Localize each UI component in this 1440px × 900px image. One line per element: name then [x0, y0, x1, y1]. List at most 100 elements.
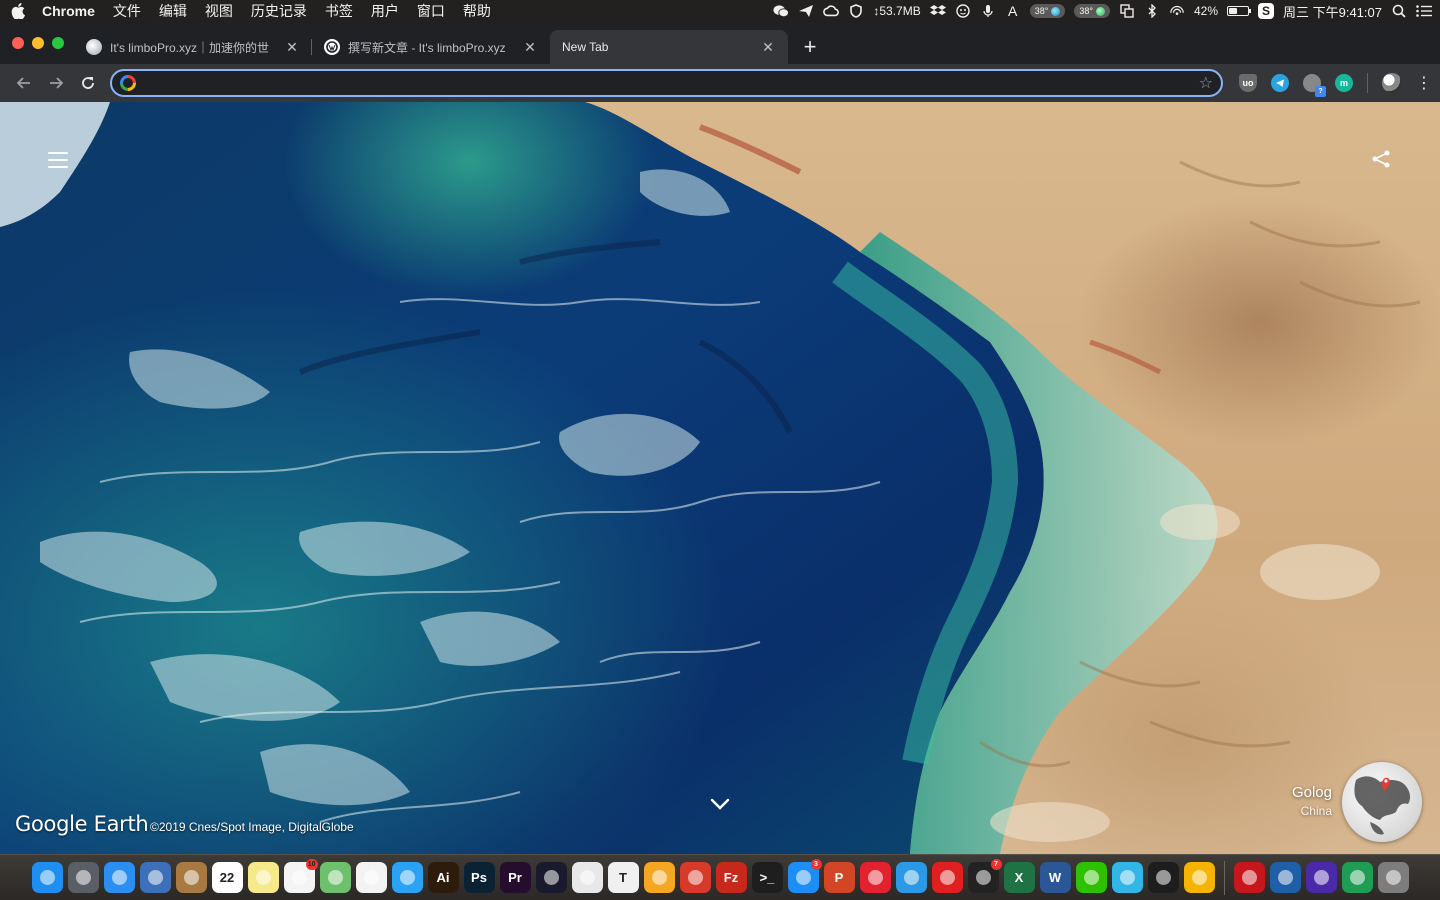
back-button[interactable] [8, 67, 40, 99]
chevron-down-icon[interactable] [707, 794, 733, 814]
close-tab-icon[interactable]: ✕ [522, 39, 538, 55]
new-tab-button[interactable]: + [796, 33, 824, 61]
dock-messages[interactable] [391, 862, 423, 893]
menu-hamburger-icon[interactable] [48, 152, 68, 168]
tab-title: 撰写新文章 - It's limboPro.xyz [348, 40, 506, 55]
dock-illustrator[interactable]: Ai [427, 862, 459, 893]
dock-parallels[interactable] [679, 862, 711, 893]
tab-new-tab[interactable]: New Tab ✕ [550, 30, 788, 64]
preview-icon [147, 870, 163, 885]
dock-contacts[interactable] [175, 862, 207, 893]
dock-filezilla[interactable]: Fz [715, 862, 747, 893]
earth-view[interactable]: Google Earth ©2019 Cnes/Spot Image, Digi… [0, 102, 1440, 854]
bookmark-star-icon[interactable]: ☆ [1199, 73, 1213, 93]
ublock-icon[interactable]: uo [1238, 74, 1257, 92]
dock-terminal[interactable]: >_ [751, 862, 783, 893]
mini-globe-map[interactable] [1342, 762, 1422, 842]
app-menu[interactable]: Chrome [36, 0, 104, 22]
tab-new-post[interactable]: 撰写新文章 - It's limboPro.xyz ✕ [312, 31, 550, 63]
dock-typora[interactable]: T [607, 862, 639, 893]
menu-bookmarks[interactable]: 书签 [316, 0, 362, 22]
menu-history[interactable]: 历史记录 [242, 0, 316, 22]
location-info[interactable]: Golog China [1292, 784, 1332, 818]
menu-view[interactable]: 视图 [196, 0, 242, 22]
dock-label: Pr [508, 870, 522, 885]
temperature-widget-1[interactable]: 38° [1029, 4, 1066, 18]
dock: 22 10 Ai Ps Pr T Fz >_ 3 P 7 X W [0, 854, 1440, 900]
memory-monitor[interactable]: ↕53.7MB [873, 4, 920, 18]
dock-reminders[interactable]: 10 [283, 859, 318, 893]
dock-zotero[interactable] [931, 862, 963, 893]
battery-percent[interactable]: 42% [1194, 4, 1218, 18]
dock-launchpad[interactable] [67, 862, 99, 893]
dock-app-store[interactable]: 3 [787, 859, 822, 893]
control-center-icon[interactable] [1416, 4, 1432, 18]
temperature-widget-2[interactable]: 38° [1074, 4, 1110, 18]
telegram-icon[interactable] [1270, 74, 1289, 92]
profile-avatar[interactable] [1381, 73, 1402, 93]
address-bar[interactable]: ☆ [109, 69, 1223, 97]
battery-icon[interactable] [1227, 6, 1251, 16]
dock-premiere[interactable]: Pr [499, 862, 531, 893]
mercury-icon[interactable]: m [1334, 74, 1353, 92]
close-tab-icon[interactable]: ✕ [760, 39, 776, 55]
minimize-window-button[interactable] [32, 37, 44, 49]
dock-preview[interactable] [139, 862, 171, 893]
menu-help[interactable]: 帮助 [454, 0, 500, 22]
dock-mission-app[interactable] [1305, 862, 1337, 893]
input-a-icon[interactable]: A [1005, 3, 1021, 19]
dock-word[interactable]: W [1039, 862, 1071, 893]
forward-button[interactable] [40, 67, 72, 99]
face-icon[interactable] [955, 4, 971, 18]
dock-chrome[interactable] [571, 862, 603, 893]
dock-finder[interactable] [31, 862, 63, 893]
fullscreen-window-button[interactable] [52, 37, 64, 49]
wechat-icon[interactable] [773, 4, 790, 18]
dock-safari[interactable] [103, 862, 135, 893]
close-window-button[interactable] [12, 37, 24, 49]
share-icon[interactable] [1370, 148, 1392, 170]
tab-limbopro[interactable]: It's limboPro.xyz｜加速你的世 ✕ [74, 31, 312, 63]
dock-maps[interactable] [319, 862, 351, 893]
creative-cloud-icon[interactable] [823, 4, 840, 18]
send-icon[interactable] [798, 4, 814, 18]
dock-notes[interactable] [247, 862, 279, 893]
airplay-icon[interactable] [1169, 4, 1185, 18]
copy-icon[interactable] [1119, 4, 1135, 18]
dock-photos[interactable] [355, 862, 387, 893]
dock-acrobat[interactable] [1233, 862, 1265, 893]
dock-calendar[interactable]: 22 [211, 862, 243, 893]
clock[interactable]: 周三 下午9:41:07 [1283, 2, 1382, 21]
reload-button[interactable] [72, 67, 104, 99]
address-input[interactable] [145, 75, 1199, 91]
dock-qq[interactable]: 7 [967, 859, 1002, 893]
dock-netease-music[interactable] [895, 862, 927, 893]
menu-file[interactable]: 文件 [104, 0, 150, 22]
dock-google-earth[interactable] [1341, 862, 1373, 893]
dock-wechat[interactable] [1075, 862, 1107, 893]
extension-badge-icon[interactable]: ? [1302, 74, 1326, 97]
s-app-icon[interactable]: S [1258, 3, 1274, 19]
dock-infuse[interactable] [1111, 862, 1143, 893]
close-tab-icon[interactable]: ✕ [284, 39, 300, 55]
apple-menu-icon[interactable] [0, 3, 36, 19]
microphone-icon[interactable] [980, 4, 996, 18]
dock-pages[interactable] [643, 862, 675, 893]
dropbox-icon[interactable] [929, 4, 946, 18]
vpn-icon[interactable] [848, 4, 864, 18]
dock-siri[interactable] [535, 862, 567, 893]
dock-trash[interactable] [1377, 862, 1409, 893]
dock-browser-alt[interactable] [1269, 862, 1301, 893]
dock-excel[interactable]: X [1003, 862, 1035, 893]
menu-window[interactable]: 窗口 [408, 0, 454, 22]
dock-powerpoint[interactable]: P [823, 862, 855, 893]
menu-people[interactable]: 用户 [362, 0, 408, 22]
dock-vpn-app[interactable] [1183, 862, 1215, 893]
menu-edit[interactable]: 编辑 [150, 0, 196, 22]
dock-activity-monitor[interactable] [1147, 862, 1179, 893]
spotlight-icon[interactable] [1391, 4, 1407, 18]
more-menu-icon[interactable]: ⋮ [1416, 73, 1432, 93]
dock-photoshop[interactable]: Ps [463, 862, 495, 893]
dock-xmind[interactable] [859, 862, 891, 893]
bluetooth-icon[interactable] [1144, 4, 1160, 18]
